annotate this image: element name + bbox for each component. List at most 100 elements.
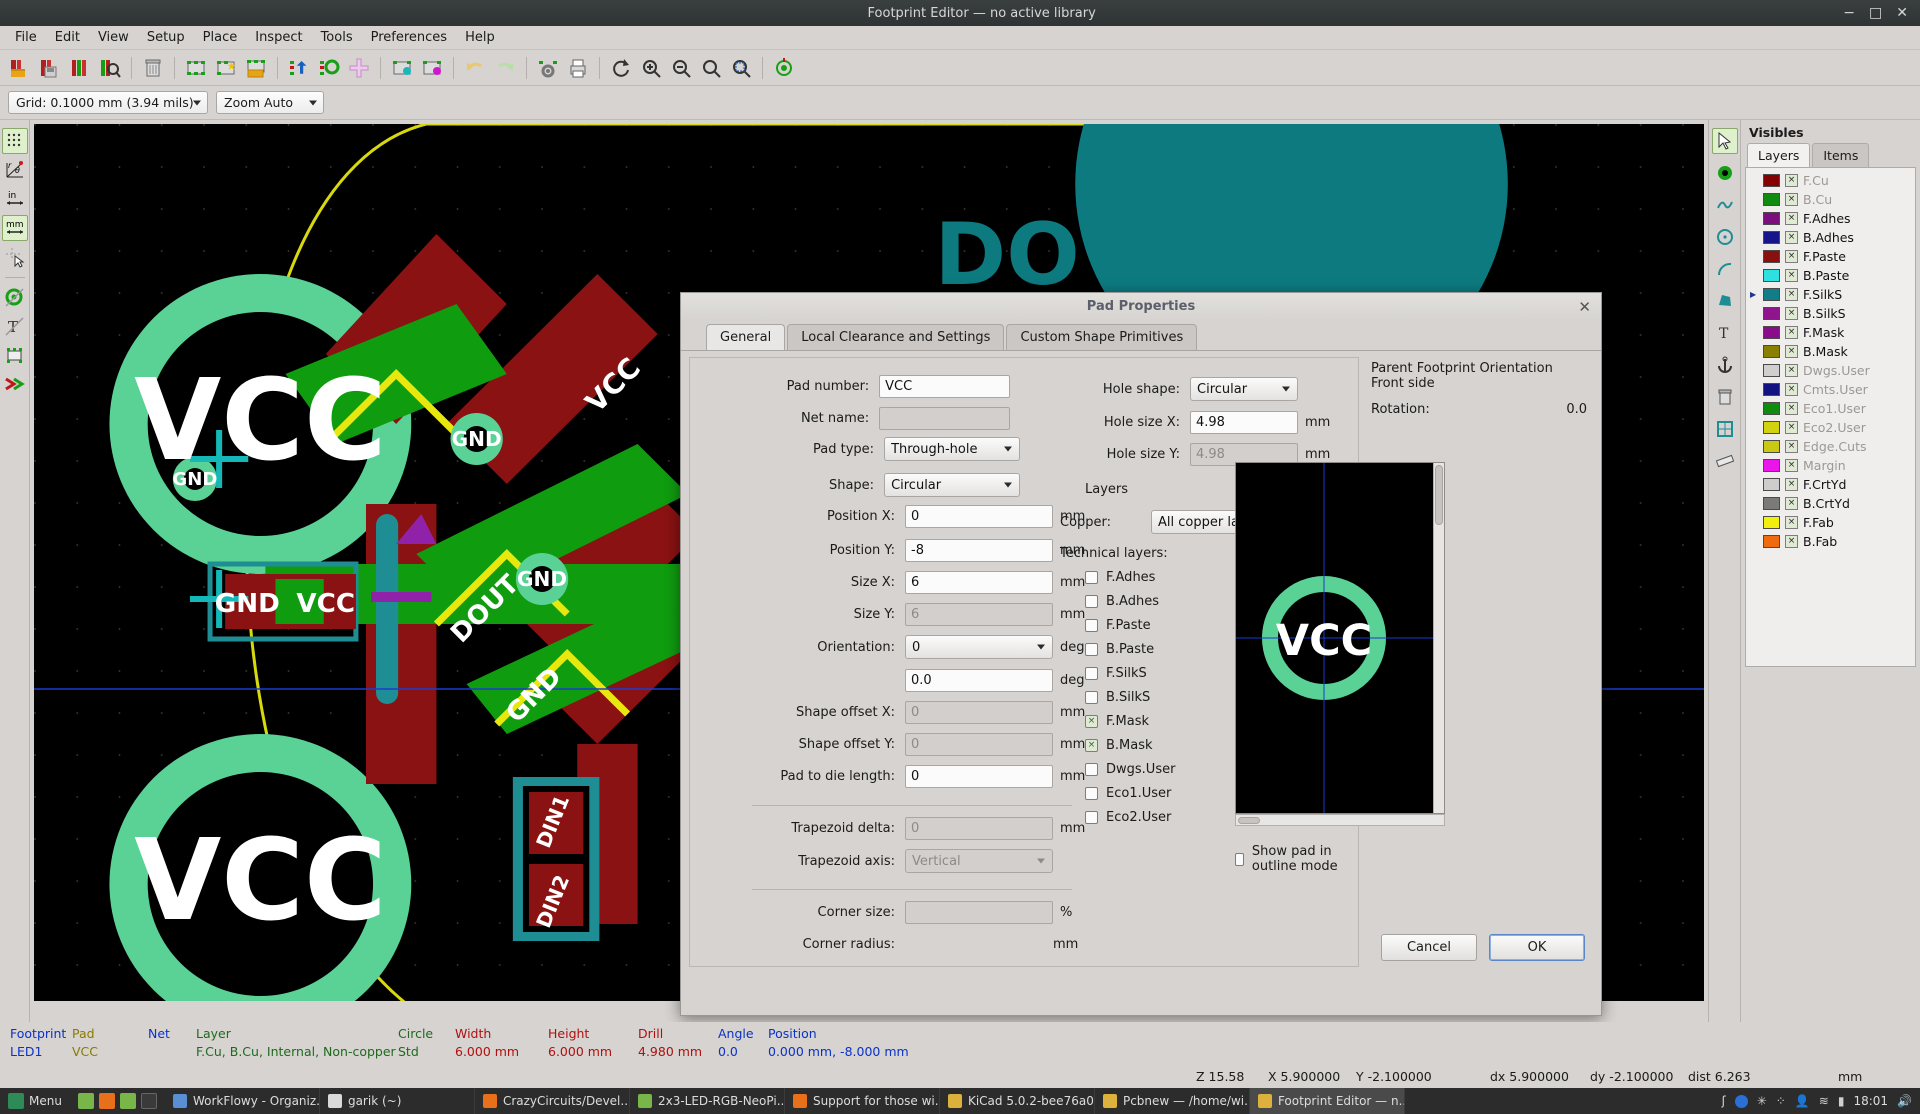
add-pad-icon[interactable]: [1712, 160, 1738, 186]
layer-row-b-paste[interactable]: × B.Paste: [1746, 266, 1915, 285]
bluetooth-icon[interactable]: ✳: [1757, 1094, 1767, 1108]
tab-general[interactable]: General: [706, 324, 786, 350]
pads-sketch-icon[interactable]: [2, 285, 28, 311]
layer-row-cmts-user[interactable]: × Cmts.User: [1746, 380, 1915, 399]
layer-color-swatch[interactable]: [1763, 364, 1780, 377]
tech-layer-b-silks[interactable]: B.SilkS: [1085, 690, 1150, 705]
layer-row-dwgs-user[interactable]: × Dwgs.User: [1746, 361, 1915, 380]
tech-layer-f-mask[interactable]: × F.Mask: [1085, 714, 1149, 729]
menu-place[interactable]: Place: [196, 28, 245, 47]
layer-row-f-silks[interactable]: ▶ × F.SilkS: [1746, 285, 1915, 304]
layer-row-f-fab[interactable]: × F.Fab: [1746, 513, 1915, 532]
shape-offset-x-input[interactable]: 0: [905, 701, 1053, 724]
layer-color-swatch[interactable]: [1763, 402, 1780, 415]
taskbar-item[interactable]: Footprint Editor — n...: [1249, 1088, 1405, 1114]
add-arc-icon[interactable]: [1712, 256, 1738, 282]
menu-tools[interactable]: Tools: [314, 28, 360, 47]
taskbar-item[interactable]: Pcbnew — /home/wi...: [1095, 1088, 1250, 1114]
layer-color-swatch[interactable]: [1763, 440, 1780, 453]
footprint-wizard-icon[interactable]: [212, 54, 240, 82]
update-icon[interactable]: ʃ: [1722, 1094, 1726, 1108]
trapezoid-axis-select[interactable]: Vertical: [905, 849, 1053, 873]
pad-type-select[interactable]: Through-hole: [884, 437, 1020, 461]
outline-mode-checkbox[interactable]: Show pad in outline mode: [1235, 844, 1358, 874]
tab-custom-shape[interactable]: Custom Shape Primitives: [1006, 324, 1198, 350]
set-origin-icon[interactable]: [1712, 416, 1738, 442]
dropbox-icon[interactable]: ⁘: [1776, 1094, 1786, 1108]
taskbar-item[interactable]: 2x3-LED-RGB-NeoPi...: [630, 1088, 785, 1114]
layer-color-swatch[interactable]: [1763, 288, 1780, 301]
refresh-icon[interactable]: [607, 54, 635, 82]
layer-color-swatch[interactable]: [1763, 535, 1780, 548]
select-cursor-icon[interactable]: [1711, 128, 1738, 154]
redo-icon[interactable]: [491, 54, 519, 82]
tab-items[interactable]: Items: [1812, 143, 1870, 167]
preview-horizontal-scrollbar[interactable]: [1235, 814, 1445, 826]
layer-visibility-checkbox[interactable]: ×: [1785, 440, 1798, 453]
trapezoid-delta-input[interactable]: 0: [905, 817, 1053, 840]
layer-visibility-checkbox[interactable]: ×: [1785, 402, 1798, 415]
hole-size-x-input[interactable]: 4.98: [1190, 411, 1298, 434]
measure-icon[interactable]: [1712, 448, 1738, 474]
add-polygon-icon[interactable]: [1712, 288, 1738, 314]
layer-row-f-adhes[interactable]: × F.Adhes: [1746, 209, 1915, 228]
export-footprint-icon[interactable]: [315, 54, 343, 82]
undo-icon[interactable]: [461, 54, 489, 82]
scrollbar-thumb[interactable]: [1238, 817, 1260, 824]
polar-coords-icon[interactable]: rθ: [2, 157, 28, 183]
layer-color-swatch[interactable]: [1763, 345, 1780, 358]
add-line-icon[interactable]: [1712, 192, 1738, 218]
delete-footprint-icon[interactable]: [139, 54, 167, 82]
menu-preferences[interactable]: Preferences: [364, 28, 454, 47]
tech-layer-dwgs-user[interactable]: Dwgs.User: [1085, 762, 1175, 777]
ok-button[interactable]: OK: [1489, 934, 1585, 961]
add-footprint-icon[interactable]: [345, 54, 373, 82]
corner-size-input[interactable]: [905, 901, 1053, 924]
pad-to-die-input[interactable]: 0: [905, 765, 1053, 788]
menu-setup[interactable]: Setup: [140, 28, 192, 47]
layer-row-f-paste[interactable]: × F.Paste: [1746, 247, 1915, 266]
layer-color-swatch[interactable]: [1763, 421, 1780, 434]
layer-visibility-checkbox[interactable]: ×: [1785, 421, 1798, 434]
layer-row-eco2-user[interactable]: × Eco2.User: [1746, 418, 1915, 437]
layer-visibility-checkbox[interactable]: ×: [1785, 174, 1798, 187]
units-inches-icon[interactable]: in: [2, 186, 28, 212]
layer-row-b-silks[interactable]: × B.SilkS: [1746, 304, 1915, 323]
menu-inspect[interactable]: Inspect: [248, 28, 309, 47]
shape-offset-y-input[interactable]: 0: [905, 733, 1053, 756]
console-icon[interactable]: [140, 1093, 157, 1109]
layer-visibility-checkbox[interactable]: ×: [1785, 307, 1798, 320]
import-footprint-icon[interactable]: [285, 54, 313, 82]
tech-layer-f-silks[interactable]: F.SilkS: [1085, 666, 1147, 681]
layer-visibility-checkbox[interactable]: ×: [1785, 212, 1798, 225]
layer-row-edge-cuts[interactable]: × Edge.Cuts: [1746, 437, 1915, 456]
layer-row-b-crtyd[interactable]: × B.CrtYd: [1746, 494, 1915, 513]
layer-visibility-checkbox[interactable]: ×: [1785, 535, 1798, 548]
layer-list[interactable]: × F.Cu × B.Cu × F.Adhes × B.Adhes × F.Paste × B.Pas…: [1745, 167, 1916, 667]
menu-help[interactable]: Help: [458, 28, 502, 47]
layer-visibility-checkbox[interactable]: ×: [1785, 516, 1798, 529]
window-close-button[interactable]: ✕: [1896, 6, 1908, 20]
tech-layer-b-adhes[interactable]: B.Adhes: [1085, 594, 1159, 609]
layer-color-swatch[interactable]: [1763, 250, 1780, 263]
shield-icon[interactable]: [1734, 1094, 1748, 1108]
save-footprint-icon[interactable]: [242, 54, 270, 82]
cancel-button[interactable]: Cancel: [1381, 934, 1477, 961]
units-mm-icon[interactable]: mm: [1, 215, 28, 241]
tech-layer-b-mask[interactable]: × B.Mask: [1085, 738, 1153, 753]
layer-visibility-checkbox[interactable]: ×: [1785, 459, 1798, 472]
taskbar-item[interactable]: Support for those wi...: [785, 1088, 940, 1114]
tech-layer-f-paste[interactable]: F.Paste: [1085, 618, 1151, 633]
menu-view[interactable]: View: [91, 28, 136, 47]
grid-select[interactable]: Grid: 0.1000 mm (3.94 mils): [8, 91, 208, 114]
contrast-mode-icon[interactable]: [2, 372, 28, 398]
layer-row-b-fab[interactable]: × B.Fab: [1746, 532, 1915, 551]
layer-color-swatch[interactable]: [1763, 459, 1780, 472]
tab-local-clearance[interactable]: Local Clearance and Settings: [787, 324, 1005, 350]
layer-color-swatch[interactable]: [1763, 497, 1780, 510]
menu-edit[interactable]: Edit: [48, 28, 87, 47]
files-icon[interactable]: [119, 1093, 136, 1109]
save-library-icon[interactable]: [36, 54, 64, 82]
layer-row-b-adhes[interactable]: × B.Adhes: [1746, 228, 1915, 247]
layer-color-swatch[interactable]: [1763, 193, 1780, 206]
